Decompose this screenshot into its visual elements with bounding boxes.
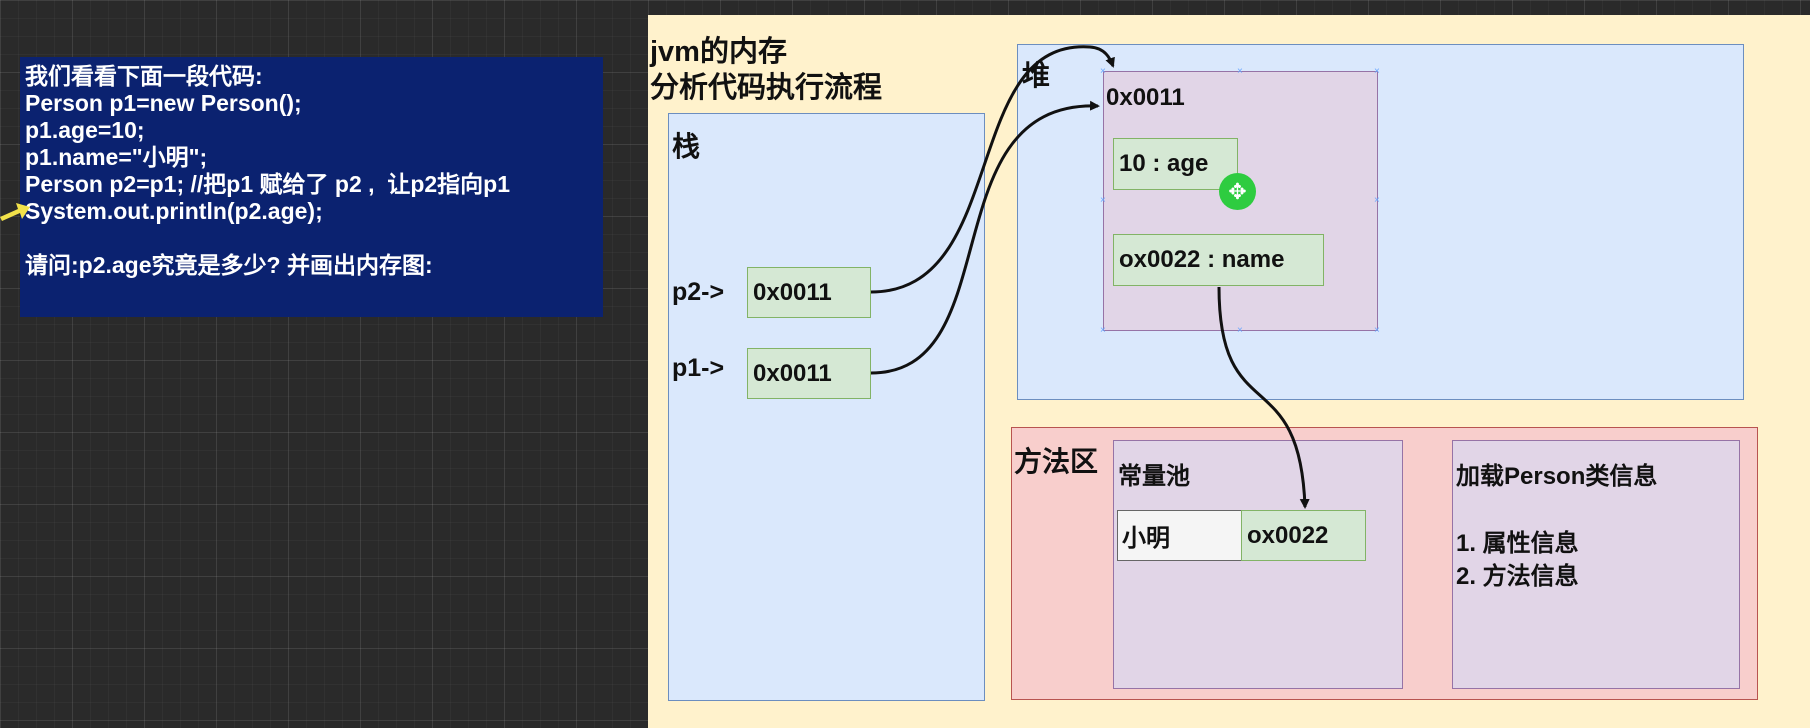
name-to-constant-arrow[interactable] — [1217, 286, 1310, 509]
connector-layer — [870, 45, 1310, 509]
p2-to-object-arrow[interactable] — [870, 45, 1115, 294]
move-cursor-icon: ✥ — [1219, 173, 1256, 210]
p1-to-object-arrow[interactable] — [870, 100, 1100, 375]
